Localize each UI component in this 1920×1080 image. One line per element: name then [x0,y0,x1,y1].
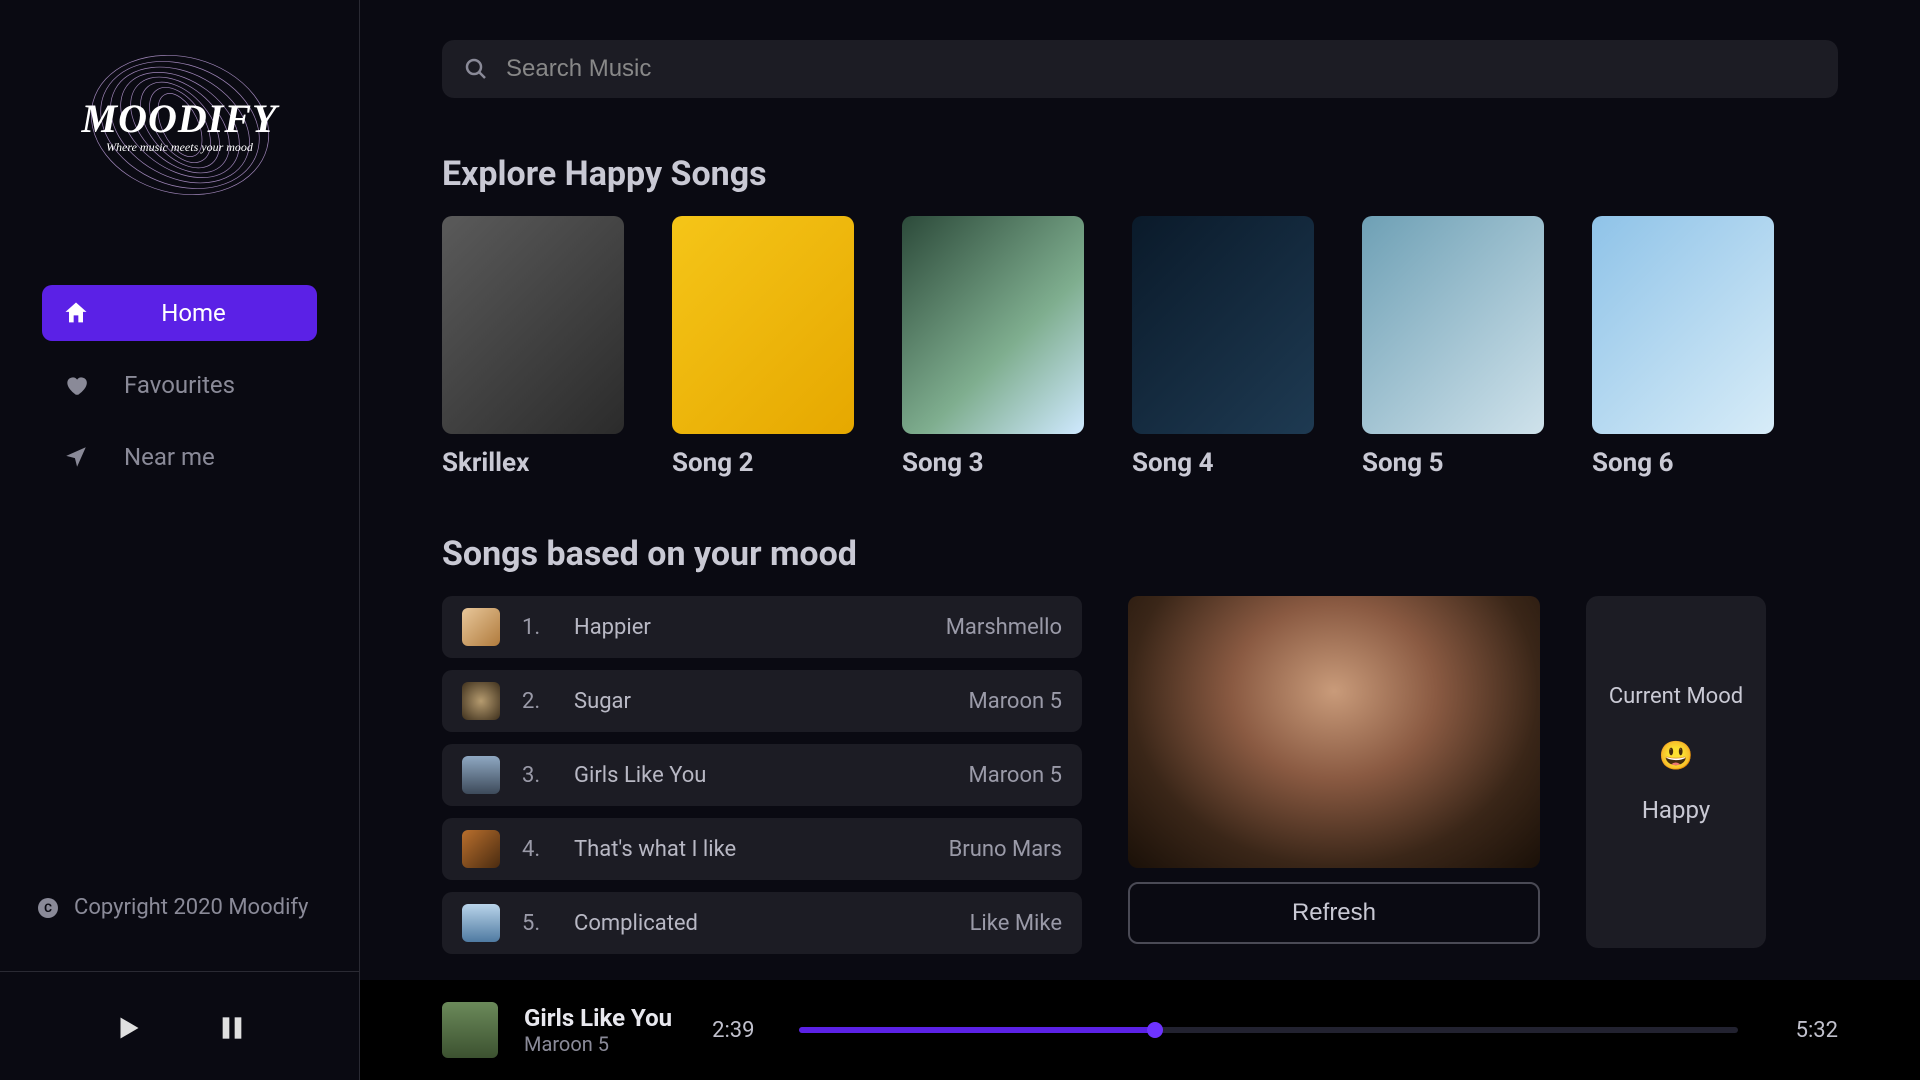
sidebar-nav: Home Favourites Near me [0,285,359,501]
track-index: 5. [522,911,552,936]
song-cover [1362,216,1544,434]
track-index: 4. [522,837,552,862]
player-artist: Maroon 5 [524,1032,672,1056]
track-thumb [462,830,500,868]
song-title: Song 2 [672,448,854,478]
mood-emoji-icon: 😃 [1659,739,1694,772]
player-progress-knob[interactable] [1147,1022,1163,1038]
track-artist: Maroon 5 [969,763,1062,788]
track-name: Complicated [574,911,948,936]
mood-name: Happy [1642,796,1710,824]
track-thumb [462,756,500,794]
track-row[interactable]: 2. Sugar Maroon 5 [442,670,1082,732]
sidebar-item-near-me[interactable]: Near me [42,429,317,485]
track-thumb [462,608,500,646]
song-title: Song 5 [1362,448,1544,478]
sidebar-item-label: Home [90,299,297,327]
mood-area: 1. Happier Marshmello 2. Sugar Maroon 5 … [442,596,1838,954]
track-thumb [462,682,500,720]
track-name: Girls Like You [574,763,947,788]
player-total: 5:32 [1796,1018,1838,1043]
song-card[interactable]: Song 2 [672,216,854,478]
track-name: Happier [574,615,924,640]
search-icon [464,57,488,81]
sidebar-item-label: Favourites [118,371,297,399]
song-title: Skrillex [442,448,624,478]
player-info: Girls Like You Maroon 5 [524,1004,672,1056]
song-cover [1132,216,1314,434]
song-cover [672,216,854,434]
mood-list: 1. Happier Marshmello 2. Sugar Maroon 5 … [442,596,1082,954]
brand-tagline: Where music meets your mood [82,140,278,155]
main-content: Explore Happy Songs Skrillex Song 2 Song… [360,0,1920,1080]
track-name: Sugar [574,689,947,714]
song-title: Song 4 [1132,448,1314,478]
player-progress-fill [799,1027,1156,1033]
track-artist: Bruno Mars [949,837,1062,862]
song-cover [902,216,1084,434]
sidebar-item-label: Near me [118,443,297,471]
mood-list-title: Songs based on your mood [442,534,1838,574]
song-card[interactable]: Skrillex [442,216,624,478]
pause-button[interactable] [210,1006,254,1050]
location-arrow-icon [62,443,90,471]
track-index: 3. [522,763,552,788]
player-progress[interactable] [799,1027,1738,1033]
mood-center: Refresh [1128,596,1540,944]
home-icon [62,299,90,327]
player-thumb [442,1002,498,1058]
track-thumb [462,904,500,942]
logo: MOODIFY Where music meets your mood [0,25,359,285]
explore-title: Explore Happy Songs [442,154,1838,194]
copyright: C Copyright 2020 Moodify [0,895,359,920]
sidebar-item-home[interactable]: Home [42,285,317,341]
player-bar: Girls Like You Maroon 5 2:39 5:32 [360,980,1920,1080]
song-card[interactable]: Song 4 [1132,216,1314,478]
track-index: 1. [522,615,552,640]
copyright-text: Copyright 2020 Moodify [74,895,308,920]
player-elapsed: 2:39 [712,1018,754,1043]
play-button[interactable] [106,1006,150,1050]
mood-badge: Current Mood 😃 Happy [1586,596,1766,948]
svg-text:C: C [44,901,52,915]
song-cover [442,216,624,434]
search-bar[interactable] [442,40,1838,98]
mood-heading: Current Mood [1609,684,1743,709]
song-title: Song 3 [902,448,1084,478]
track-row[interactable]: 4. That's what I like Bruno Mars [442,818,1082,880]
sidebar-player-controls [0,971,359,1050]
song-card[interactable]: Song 6 [1592,216,1774,478]
track-artist: Like Mike [970,911,1062,936]
search-input[interactable] [506,55,1816,83]
track-name: That's what I like [574,837,927,862]
heart-icon [62,371,90,399]
track-artist: Maroon 5 [969,689,1062,714]
song-card[interactable]: Song 5 [1362,216,1544,478]
webcam-preview [1128,596,1540,868]
track-index: 2. [522,689,552,714]
track-row[interactable]: 3. Girls Like You Maroon 5 [442,744,1082,806]
brand-name: MOODIFY [82,95,278,142]
refresh-button[interactable]: Refresh [1128,882,1540,944]
sidebar-item-favourites[interactable]: Favourites [42,357,317,413]
song-title: Song 6 [1592,448,1774,478]
track-artist: Marshmello [946,615,1062,640]
sidebar: MOODIFY Where music meets your mood Home… [0,0,360,1080]
copyright-icon: C [36,896,60,920]
song-card[interactable]: Song 3 [902,216,1084,478]
song-cover [1592,216,1774,434]
track-row[interactable]: 1. Happier Marshmello [442,596,1082,658]
player-title: Girls Like You [524,1004,672,1032]
explore-row: Skrillex Song 2 Song 3 Song 4 Song 5 Son… [442,216,1838,478]
track-row[interactable]: 5. Complicated Like Mike [442,892,1082,954]
